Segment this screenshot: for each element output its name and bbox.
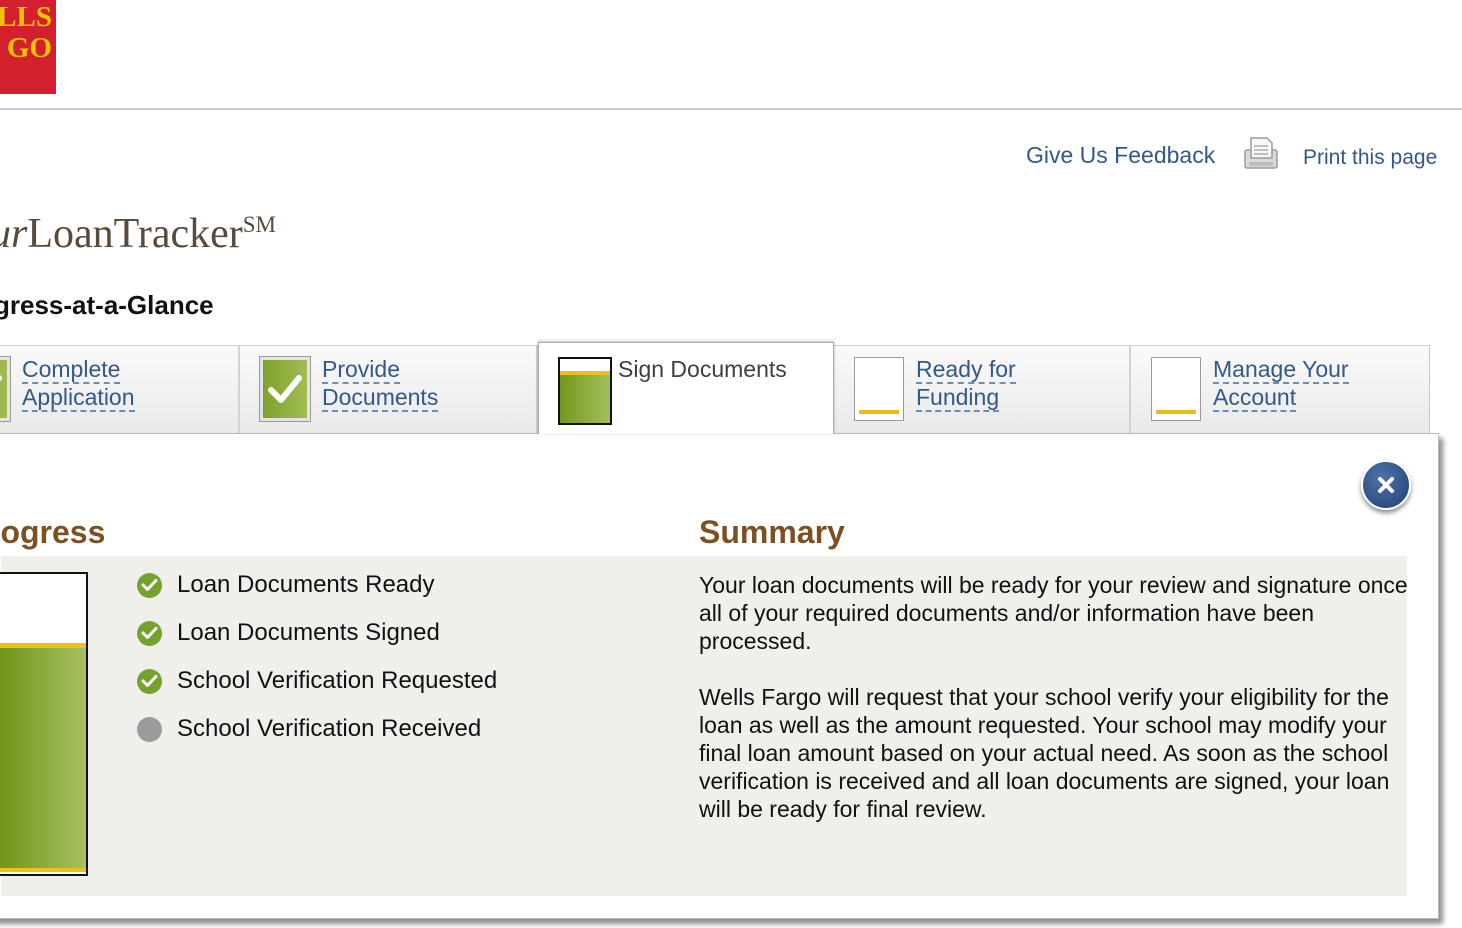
step-label: Loan Documents Ready <box>177 571 435 598</box>
progress-empty-icon <box>1151 357 1201 421</box>
pending-circle-icon <box>137 717 162 742</box>
loan-tracker-title: urLoanTrackerSM <box>0 210 276 258</box>
close-icon[interactable] <box>1361 460 1411 510</box>
header-divider <box>0 108 1462 110</box>
title-main-part: LoanTracker <box>27 211 243 257</box>
step-label: School Verification Requested <box>177 667 498 694</box>
progress-empty-icon <box>854 357 904 421</box>
wells-fargo-logo[interactable]: LLS GO <box>0 0 56 94</box>
tab-provide-documents[interactable]: Provide Documents <box>240 345 538 433</box>
tab-ready-for-funding[interactable]: Ready for Funding <box>834 345 1131 433</box>
tab-label[interactable]: Complete Application <box>22 355 135 412</box>
tab-manage-your-account[interactable]: Manage Your Account <box>1131 345 1430 433</box>
service-mark: SM <box>242 212 276 237</box>
title-italic-part: ur <box>0 211 28 257</box>
summary-heading: Summary <box>699 514 845 550</box>
page-title: gress-at-a-Glance <box>0 290 214 320</box>
check-circle-icon <box>137 621 162 646</box>
tab-label[interactable]: Manage Your Account <box>1213 355 1349 412</box>
check-icon <box>259 356 311 422</box>
progress-partial-icon <box>558 357 612 425</box>
summary-paragraph: Wells Fargo will request that your schoo… <box>699 684 1390 822</box>
tab-label[interactable]: Provide Documents <box>322 355 439 412</box>
give-feedback-link[interactable]: Give Us Feedback <box>1026 142 1215 169</box>
check-icon <box>0 356 11 422</box>
print-page-link[interactable]: Print this page <box>1303 146 1437 170</box>
print-icon[interactable] <box>1241 136 1281 172</box>
tab-label[interactable]: Ready for Funding <box>916 355 1016 412</box>
tab-sign-documents[interactable]: Sign Documents <box>538 342 834 434</box>
tab-complete-application[interactable]: Complete Application <box>0 345 240 433</box>
summary-text: Your loan documents will be ready for yo… <box>699 571 1411 851</box>
step-label: Loan Documents Signed <box>177 619 440 646</box>
step-label: School Verification Received <box>177 715 482 742</box>
logo-text: LLS GO <box>0 1 52 64</box>
progress-heading: rogress <box>0 514 106 550</box>
check-circle-icon <box>137 573 162 598</box>
check-circle-icon <box>137 669 162 694</box>
progress-meter <box>0 572 88 876</box>
tab-label: Sign Documents <box>618 356 787 382</box>
summary-paragraph: Your loan documents will be ready for yo… <box>699 572 1408 654</box>
